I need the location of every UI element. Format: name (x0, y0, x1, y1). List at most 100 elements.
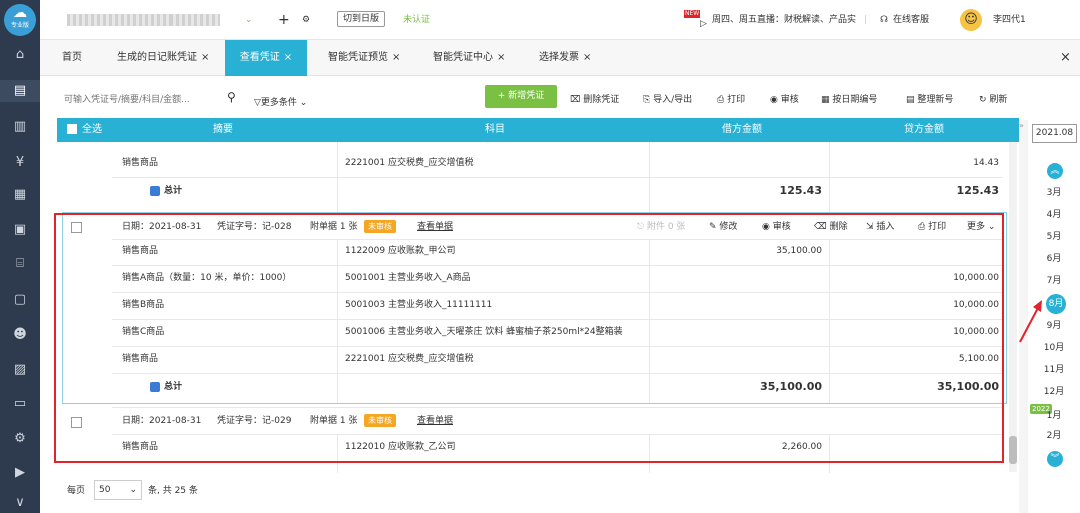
row-subject: 2221001 应交税费_应交增值税 (345, 158, 474, 168)
period-display[interactable]: 2021.08 (1032, 124, 1077, 143)
month-item[interactable]: 7月 (1028, 271, 1080, 291)
more-filters-label: 更多条件 (260, 98, 297, 108)
company-select-chevron-icon[interactable]: ⌄ (245, 14, 253, 26)
cloud-icon: ☁ (13, 5, 27, 21)
annotation-arrow-icon (1019, 300, 1042, 343)
tab-home[interactable]: 首页 (62, 40, 82, 76)
scroll-down-icon[interactable]: ︾ (1047, 451, 1063, 467)
tab-label: 查看凭证 (239, 52, 280, 63)
tab-smart-center[interactable]: 智能凭证中心 × (433, 40, 505, 76)
chevron-down-icon: ⌄ (129, 485, 137, 495)
per-page-label: 每页 (67, 486, 86, 496)
more-filters-button[interactable]: ▽更多条件 ⌄ (254, 95, 307, 108)
select-all-checkbox[interactable] (67, 124, 77, 134)
close-icon[interactable]: × (284, 52, 292, 63)
month-item[interactable]: 5月 (1028, 227, 1080, 247)
sidebar: ☁ 专业版 ⌂ ▤ ▥ ¥ ▦ ▣ ⌸ ▢ ☻ ▨ ▭ ⚙ ▶ ∨ (0, 0, 40, 513)
month-item[interactable]: 6月 (1028, 249, 1080, 269)
tab-select-invoice[interactable]: 选择发票 × (539, 40, 591, 76)
delete-label: 删除凭证 (583, 95, 620, 105)
live-video-icon: ▷ (700, 19, 707, 29)
scroll-up-icon[interactable]: ︽ (1047, 163, 1063, 179)
select-all-label: 全选 (82, 124, 102, 135)
switch-edition-button[interactable]: 切到日版 (337, 11, 386, 27)
month-item[interactable]: 3月 (1028, 183, 1080, 203)
user-name[interactable]: 李四代1 (993, 14, 1026, 26)
per-page-select[interactable]: 50 ⌄ (94, 480, 142, 500)
scrollbar-thumb[interactable] (1009, 436, 1017, 464)
voucher-icon[interactable]: ▤ (12, 83, 28, 99)
month-item-active[interactable]: 8月 (1046, 294, 1066, 314)
renumber-button[interactable]: ▤ 整理新号 (906, 92, 953, 105)
money-bag-icon[interactable]: ¥ (12, 155, 28, 171)
month-item[interactable]: 11月 (1028, 360, 1080, 380)
new-badge: NEW (684, 10, 701, 18)
total-text: 总计 (164, 186, 183, 196)
collapse-panel-icon[interactable]: » (1019, 121, 1024, 130)
col-separator (649, 142, 650, 212)
online-service-link[interactable]: 在线客服 (893, 14, 929, 26)
app-logo[interactable]: ☁ 专业版 (4, 4, 36, 36)
divider (112, 177, 1002, 178)
search-input[interactable] (64, 91, 219, 109)
renumber-label: 整理新号 (917, 95, 954, 105)
inbox-icon[interactable]: ▭ (12, 396, 28, 412)
print-button[interactable]: ⎙ 打印 (717, 92, 745, 105)
total-debit: 125.43 (779, 184, 822, 197)
col-separator (337, 142, 338, 212)
total-label: 总计 (150, 178, 182, 204)
divider: | (864, 15, 868, 25)
refresh-label: 刷新 (989, 95, 1008, 105)
delete-voucher-button[interactable]: ⌧ 删除凭证 (570, 92, 619, 105)
close-icon[interactable]: × (392, 52, 400, 63)
building-icon[interactable]: ▦ (12, 187, 28, 203)
box-icon[interactable]: ▢ (12, 292, 28, 308)
per-page-value: 50 (99, 485, 111, 495)
verification-status[interactable]: 未认证 (403, 14, 430, 26)
highlight-box (54, 213, 1004, 463)
month-item[interactable]: 12月 (1028, 382, 1080, 402)
image-icon[interactable]: ▣ (12, 222, 28, 238)
tab-label: 智能凭证预览 (328, 52, 388, 63)
tab-label: 首页 (62, 52, 82, 63)
audit-label: 审核 (780, 95, 799, 105)
tab-label: 生成的日记账凭证 (117, 52, 197, 63)
headset-icon: ☊ (880, 15, 888, 25)
row-summary: 销售商品 (122, 158, 159, 168)
home-icon[interactable]: ⌂ (12, 47, 28, 63)
print-label: 打印 (727, 95, 746, 105)
people-icon[interactable]: ☻ (12, 327, 28, 343)
filter-icon: ▽ (254, 98, 261, 108)
month-item[interactable]: 2月 (1028, 426, 1080, 446)
month-item[interactable]: 1月 (1028, 406, 1080, 426)
add-company-icon[interactable]: + (278, 13, 290, 27)
sum-icon (150, 185, 160, 196)
close-all-icon[interactable]: × (1060, 40, 1071, 76)
tab-generated-journal[interactable]: 生成的日记账凭证 × (117, 40, 209, 76)
expand-down-icon[interactable]: ∨ (12, 495, 28, 511)
import-export-button[interactable]: ⎘ 导入/导出 (643, 92, 692, 105)
audit-button[interactable]: ◉ 审核 (770, 92, 799, 105)
gear-icon[interactable]: ⚙ (12, 431, 28, 447)
close-icon[interactable]: × (201, 52, 209, 63)
close-icon[interactable]: × (497, 52, 505, 63)
tab-label: 智能凭证中心 (433, 52, 493, 63)
add-voucher-button[interactable]: + 新增凭证 (485, 85, 557, 108)
close-icon[interactable]: × (583, 52, 591, 63)
import-label: 导入/导出 (653, 95, 693, 105)
bank-icon[interactable]: ⌸ (12, 256, 28, 272)
tab-bar: 首页 生成的日记账凭证 × 查看凭证 × 智能凭证预览 × 智能凭证中心 × 选择发票 ×… (40, 40, 1080, 76)
col-credit: 贷方金额 (904, 124, 944, 135)
chart-icon[interactable]: ▥ (12, 119, 28, 135)
refresh-button[interactable]: ↻ 刷新 (979, 92, 1007, 105)
settings-gear-icon[interactable]: ⚙ (302, 14, 310, 26)
tab-smart-preview[interactable]: 智能凭证预览 × (328, 40, 400, 76)
avatar[interactable]: ☺ (960, 9, 982, 31)
promo-link[interactable]: 周四、周五直播：财税解读、产品实 (712, 14, 862, 26)
number-by-date-button[interactable]: ▦ 按日期编号 (821, 92, 877, 105)
search-icon[interactable]: ⚲ (227, 90, 236, 104)
tab-view-voucher[interactable]: 查看凭证 × (225, 40, 307, 76)
video-icon[interactable]: ▶ (12, 465, 28, 481)
invoice-icon[interactable]: ▨ (12, 362, 28, 378)
month-item[interactable]: 4月 (1028, 205, 1080, 225)
